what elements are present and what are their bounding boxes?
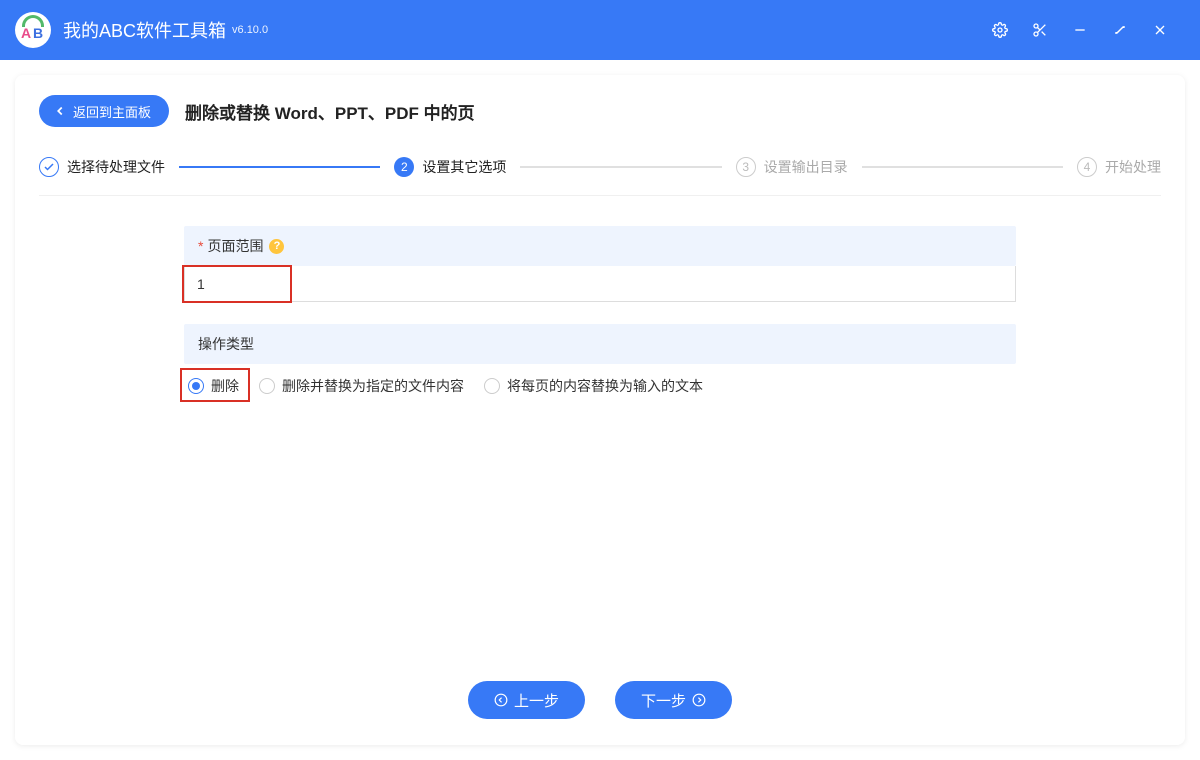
step-label: 开始处理 bbox=[1105, 157, 1161, 177]
back-button[interactable]: 返回到主面板 bbox=[39, 95, 169, 127]
settings-button[interactable] bbox=[980, 10, 1020, 50]
step-label: 选择待处理文件 bbox=[67, 157, 165, 177]
page-range-header: * 页面范围 ? bbox=[184, 226, 1016, 266]
page-range-label: 页面范围 bbox=[207, 236, 263, 256]
page-range-input[interactable] bbox=[184, 266, 1016, 302]
operation-type-header: 操作类型 bbox=[184, 324, 1016, 364]
prev-button-label: 上一步 bbox=[514, 690, 559, 711]
chevron-left-icon bbox=[53, 104, 67, 118]
app-title: 我的ABC软件工具箱 bbox=[63, 17, 226, 43]
radio-label: 删除 bbox=[211, 376, 239, 396]
step-connector bbox=[862, 166, 1063, 168]
step-2: 2 设置其它选项 bbox=[394, 157, 506, 177]
maximize-icon bbox=[1112, 22, 1128, 38]
app-logo: AB bbox=[15, 12, 51, 48]
gear-icon bbox=[992, 22, 1008, 38]
prev-button[interactable]: 上一步 bbox=[468, 681, 585, 719]
radio-label: 将每页的内容替换为输入的文本 bbox=[507, 376, 703, 396]
step-1: 选择待处理文件 bbox=[39, 157, 165, 177]
close-button[interactable] bbox=[1140, 10, 1180, 50]
step-label: 设置输出目录 bbox=[764, 157, 848, 177]
app-version: v6.10.0 bbox=[232, 24, 268, 36]
help-icon[interactable]: ? bbox=[269, 239, 284, 254]
next-button[interactable]: 下一步 bbox=[615, 681, 732, 719]
step-3: 3 设置输出目录 bbox=[736, 157, 848, 177]
stepper: 选择待处理文件 2 设置其它选项 3 设置输出目录 4 开始处理 bbox=[39, 157, 1161, 196]
maximize-button[interactable] bbox=[1100, 10, 1140, 50]
radio-label: 删除并替换为指定的文件内容 bbox=[282, 376, 464, 396]
step-number-icon: 3 bbox=[736, 157, 756, 177]
chevron-left-circle-icon bbox=[494, 693, 508, 707]
step-connector bbox=[179, 166, 380, 168]
radio-delete[interactable]: 删除 bbox=[188, 376, 239, 396]
page-title: 删除或替换 Word、PPT、PDF 中的页 bbox=[185, 99, 475, 124]
radio-replace-text[interactable]: 将每页的内容替换为输入的文本 bbox=[484, 376, 703, 396]
operation-type-label: 操作类型 bbox=[198, 334, 254, 354]
step-connector bbox=[520, 166, 721, 168]
close-icon bbox=[1152, 22, 1168, 38]
step-4: 4 开始处理 bbox=[1077, 157, 1161, 177]
radio-icon bbox=[259, 378, 275, 394]
minimize-button[interactable] bbox=[1060, 10, 1100, 50]
radio-replace-file[interactable]: 删除并替换为指定的文件内容 bbox=[259, 376, 464, 396]
next-button-label: 下一步 bbox=[641, 690, 686, 711]
check-circle-icon bbox=[39, 157, 59, 177]
back-button-label: 返回到主面板 bbox=[73, 102, 151, 121]
step-label: 设置其它选项 bbox=[422, 157, 506, 177]
scissors-icon bbox=[1032, 22, 1048, 38]
tools-button[interactable] bbox=[1020, 10, 1060, 50]
step-number-icon: 4 bbox=[1077, 157, 1097, 177]
minimize-icon bbox=[1072, 22, 1088, 38]
titlebar: AB 我的ABC软件工具箱 v6.10.0 bbox=[0, 0, 1200, 60]
main-panel: 返回到主面板 删除或替换 Word、PPT、PDF 中的页 选择待处理文件 2 … bbox=[15, 75, 1185, 745]
radio-icon bbox=[188, 378, 204, 394]
chevron-right-circle-icon bbox=[692, 693, 706, 707]
radio-icon bbox=[484, 378, 500, 394]
required-indicator: * bbox=[198, 238, 203, 254]
step-number-icon: 2 bbox=[394, 157, 414, 177]
